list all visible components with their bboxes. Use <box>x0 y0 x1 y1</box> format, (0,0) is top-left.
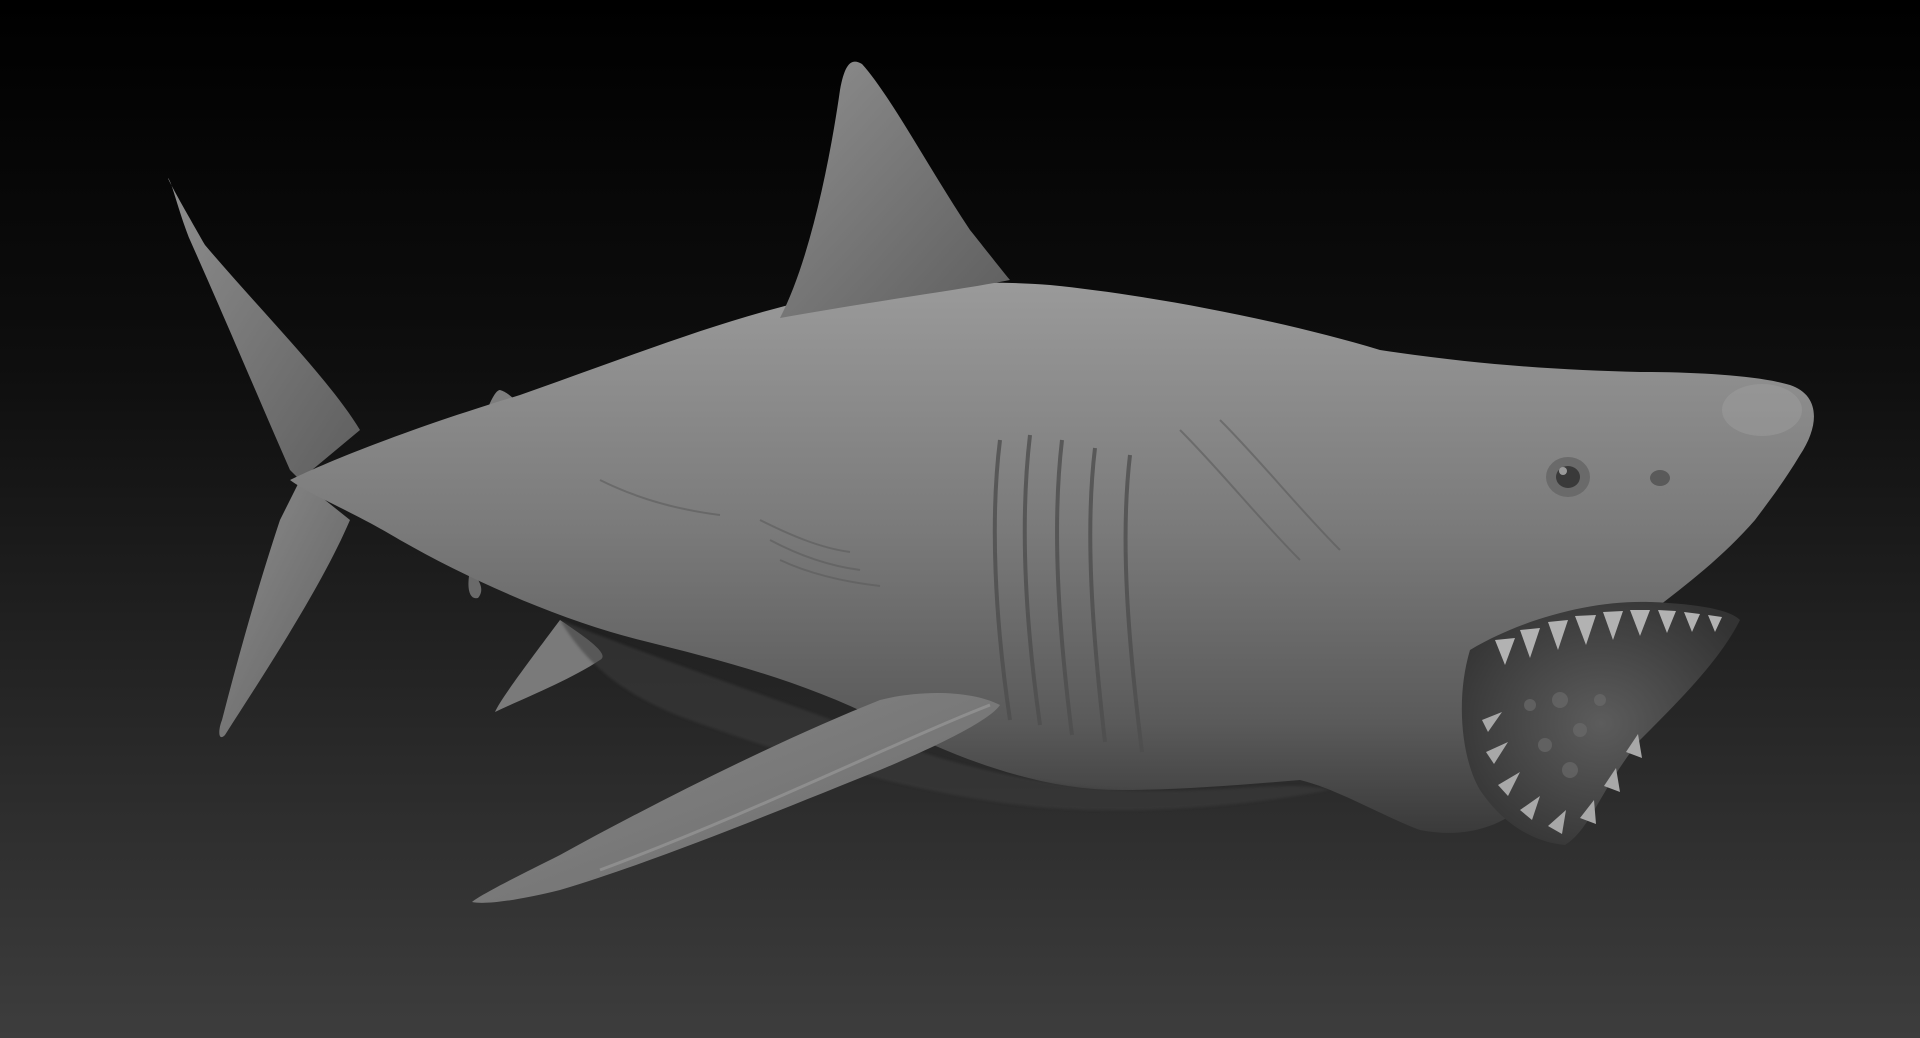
shark-eye <box>1546 457 1590 497</box>
snout-highlight <box>1722 384 1802 436</box>
shark-render <box>0 0 1920 1038</box>
shark-nostril <box>1650 470 1670 486</box>
render-viewport <box>0 0 1920 1038</box>
